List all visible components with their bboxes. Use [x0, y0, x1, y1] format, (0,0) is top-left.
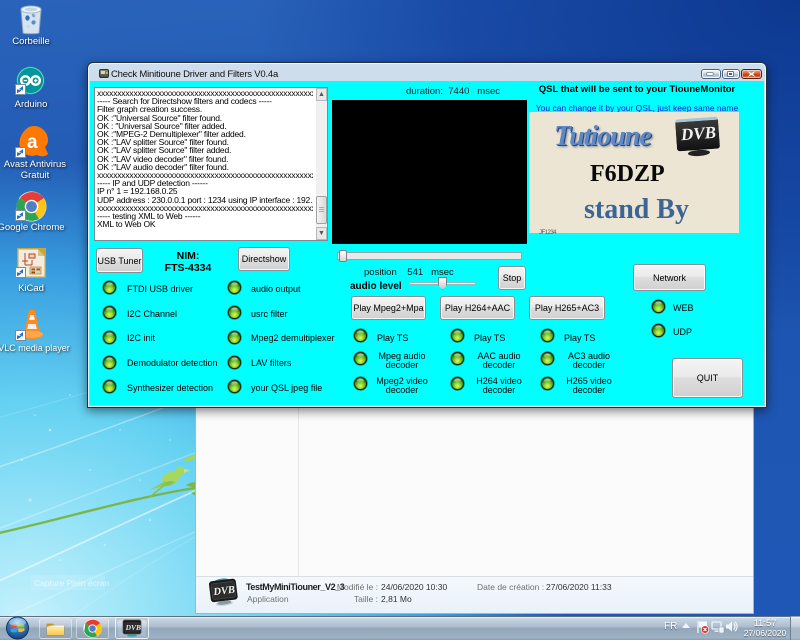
svg-text:a: a — [27, 132, 38, 153]
svg-text:DVB: DVB — [125, 623, 141, 632]
